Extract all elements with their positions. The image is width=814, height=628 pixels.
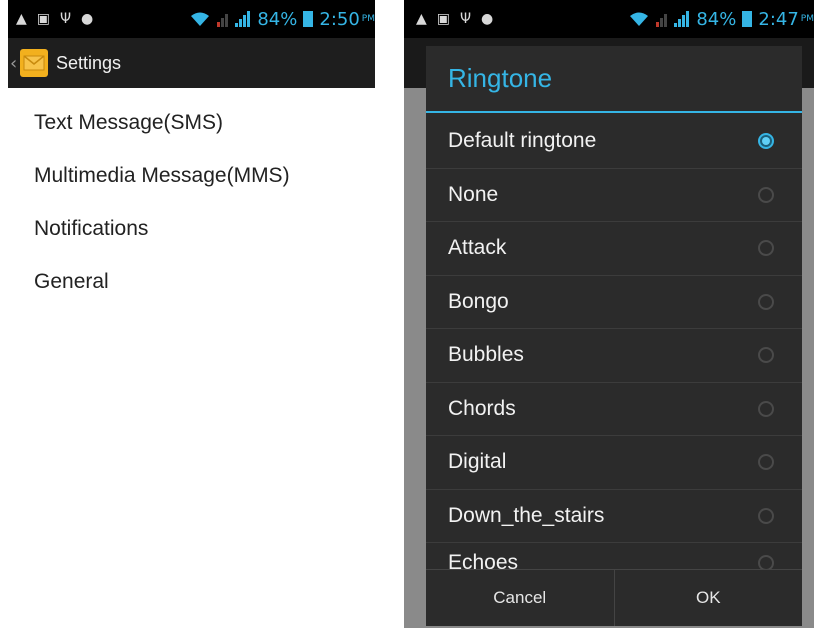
ringtone-option-label: Down_the_stairs [448,503,605,527]
menu-item-sms[interactable]: Text Message(SMS) [34,96,290,149]
radio-unselected-icon[interactable] [758,507,774,524]
ringtone-option[interactable]: Bubbles [426,329,802,383]
ringtone-dialog: Ringtone Default ringtone None Attack Bo… [426,46,802,626]
ringtone-option[interactable]: Attack [426,222,802,276]
radio-unselected-icon[interactable] [758,186,774,203]
battery-charging-icon [742,11,753,27]
cancel-button[interactable]: Cancel [426,570,614,626]
action-bar[interactable]: ‹ Settings [8,38,375,88]
signal-sim1-icon [674,11,690,27]
wifi-icon [630,12,649,26]
clock-time: 2:50 [319,8,360,30]
menu-item-notifications[interactable]: Notifications [34,202,290,255]
ringtone-option-label: Bongo [448,289,509,313]
clock-ampm: PM [361,14,375,24]
ringtone-option-label: Default ringtone [448,129,597,153]
menu-item-general[interactable]: General [34,255,290,308]
menu-item-mms[interactable]: Multimedia Message(MMS) [34,149,290,202]
radio-unselected-icon[interactable] [758,293,774,310]
radio-unselected-icon[interactable] [758,347,774,364]
ok-button[interactable]: OK [613,570,803,626]
wifi-icon [191,12,210,26]
image-icon: ▣ [436,11,451,27]
usb-icon: Ψ [60,11,72,27]
settings-screen: ▲ ▣ Ψ ● 84% 2:50 PM ‹ Settings Text Mess… [0,0,376,628]
ringtone-option[interactable]: Bongo [426,276,802,329]
ringtone-list[interactable]: Default ringtone None Attack Bongo Bubbl… [426,115,802,570]
settings-menu: Text Message(SMS) Multimedia Message(MMS… [34,96,290,308]
android-debug-icon: ● [481,11,494,27]
status-bar: ▲ ▣ Ψ ● 84% 2:50 PM [8,0,375,38]
ringtone-option-label: Echoes [448,551,519,570]
signal-sim1-icon [235,11,251,27]
battery-percent: 84% [696,8,737,30]
dialog-title: Ringtone [426,46,802,113]
warning-icon: ▲ [416,11,427,27]
ringtone-option[interactable]: Echoes [426,543,802,570]
clock-ampm: PM [800,14,814,24]
battery-icon [303,11,314,27]
radio-unselected-icon[interactable] [758,454,774,471]
ringtone-option-label: Digital [448,450,507,474]
image-icon: ▣ [36,11,51,27]
radio-unselected-icon[interactable] [758,400,774,417]
clock-time: 2:47 [758,8,799,30]
ringtone-option-label: None [448,182,499,206]
ringtone-option[interactable]: Digital [426,436,802,490]
ringtone-option[interactable]: Chords [426,383,802,436]
dialog-buttons: Cancel OK [426,569,802,626]
usb-icon: Ψ [460,11,472,27]
radio-selected-icon[interactable] [758,133,774,150]
messaging-app-icon[interactable] [20,49,48,77]
battery-percent: 84% [257,8,298,30]
ringtone-screen: ▲ ▣ Ψ ● 84% 2:47 PM Ringtone Default rin… [404,0,814,628]
radio-unselected-icon[interactable] [758,240,774,257]
ringtone-option-label: Attack [448,236,507,260]
radio-unselected-icon[interactable] [758,555,774,570]
page-title: Settings [56,52,122,73]
android-debug-icon: ● [81,11,94,27]
back-chevron-icon[interactable]: ‹ [10,53,20,74]
warning-icon: ▲ [16,11,27,27]
ringtone-option[interactable]: Default ringtone [426,115,802,169]
signal-sim2-icon [656,11,668,27]
ringtone-option[interactable]: Down_the_stairs [426,490,802,543]
status-bar: ▲ ▣ Ψ ● 84% 2:47 PM [404,0,814,38]
signal-sim2-icon [217,11,229,27]
ringtone-option-label: Bubbles [448,343,524,367]
ringtone-option-label: Chords [448,396,516,420]
ringtone-option[interactable]: None [426,169,802,222]
